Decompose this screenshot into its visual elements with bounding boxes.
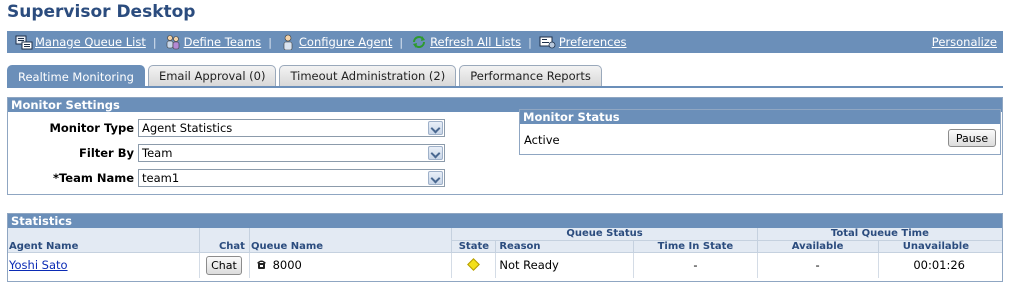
page-title: Supervisor Desktop [7, 2, 196, 22]
refresh-all-lists-link[interactable]: Refresh All Lists [410, 34, 521, 50]
reason-column-header: Reason [495, 239, 634, 252]
chat-column-header: Chat [198, 228, 250, 252]
refresh-all-lists-label: Refresh All Lists [430, 35, 522, 49]
filter-by-select[interactable]: Team [138, 144, 445, 162]
toolbar: Manage Queue List | Define Teams | Confi… [7, 31, 1003, 53]
team-name-value: team1 [142, 171, 180, 185]
ready-state-icon [467, 258, 481, 272]
queue-list-icon [15, 34, 33, 50]
preferences-icon [539, 34, 557, 50]
group-header-row: Agent Name Chat Queue Name Queue Status … [8, 228, 1002, 252]
team-name-label: *Team Name [52, 171, 134, 185]
nav-separator: | [528, 35, 532, 49]
available-column-header: Available [756, 239, 878, 252]
chevron-down-icon[interactable] [428, 146, 443, 160]
statistics-header: Statistics [8, 214, 1002, 228]
unavailable-column-header: Unavailable [877, 239, 1002, 252]
monitor-settings-panel: Monitor Settings Monitor Type Agent Stat… [7, 97, 1003, 195]
time-in-state-cell: - [633, 251, 758, 278]
monitor-type-value: Agent Statistics [142, 121, 233, 135]
time-in-state-column-header: Time In State [633, 239, 758, 252]
reason-cell: Not Ready [495, 251, 634, 278]
refresh-icon [410, 34, 428, 50]
manage-queue-list-label: Manage Queue List [35, 35, 146, 49]
nav-separator: | [268, 35, 272, 49]
define-teams-link[interactable]: Define Teams [164, 34, 262, 50]
preferences-label: Preferences [558, 35, 627, 49]
monitor-type-select[interactable]: Agent Statistics [138, 119, 445, 137]
personalize-link[interactable]: Personalize [932, 35, 997, 49]
pause-button[interactable]: Pause [948, 129, 996, 147]
phone-icon [256, 259, 269, 273]
define-teams-label: Define Teams [183, 35, 262, 49]
team-icon [164, 34, 182, 50]
monitor-type-row: Monitor Type Agent Statistics [8, 119, 445, 137]
preferences-link[interactable]: Preferences [539, 34, 627, 50]
chat-button[interactable]: Chat [205, 255, 242, 275]
available-cell: - [756, 251, 878, 278]
chevron-down-icon[interactable] [428, 121, 443, 135]
agent-icon [279, 34, 297, 51]
statistics-panel: Statistics Agent Name Chat Queue Name Qu… [7, 213, 1003, 282]
agent-name-cell: Yoshi Sato [8, 251, 200, 278]
queue-name-cell: 8000 [248, 251, 452, 278]
state-column-header: State [451, 239, 496, 252]
queue-status-group-header: Queue Status [451, 228, 758, 240]
table-row: Yoshi Sato Chat 8000 Not Ready - - 00:01… [8, 251, 1002, 278]
monitor-status-value: Active [524, 133, 560, 147]
agent-name-link[interactable]: Yoshi Sato [9, 258, 68, 272]
chevron-down-icon[interactable] [428, 171, 443, 185]
nav-separator: | [399, 35, 404, 49]
manage-queue-list-link[interactable]: Manage Queue List [15, 34, 146, 50]
state-cell [451, 251, 496, 278]
unavailable-cell: 00:01:26 [877, 251, 1002, 278]
monitor-status-header: Monitor Status [520, 110, 1000, 124]
tab-performance-reports[interactable]: Performance Reports [459, 65, 602, 86]
chat-cell: Chat [198, 251, 250, 278]
total-queue-time-group-header: Total Queue Time [756, 228, 1002, 240]
nav-separator: | [152, 35, 157, 49]
team-name-select[interactable]: team1 [138, 169, 445, 187]
tab-timeout-administration[interactable]: Timeout Administration (2) [279, 65, 457, 86]
configure-agent-link[interactable]: Configure Agent [279, 34, 393, 51]
tab-bar: Realtime Monitoring Email Approval (0) T… [7, 65, 605, 87]
configure-agent-label: Configure Agent [298, 35, 393, 49]
queue-name-value: 8000 [272, 258, 302, 272]
filter-by-label: Filter By [79, 146, 134, 160]
tab-realtime-monitoring[interactable]: Realtime Monitoring [7, 65, 145, 87]
agent-name-column-header: Agent Name [8, 228, 200, 252]
monitor-type-label: Monitor Type [49, 121, 134, 135]
filter-by-value: Team [142, 146, 173, 160]
monitor-status-panel: Monitor Status Active Pause [519, 109, 1001, 155]
queue-name-column-header: Queue Name [248, 228, 452, 252]
team-name-row: *Team Name team1 [8, 169, 445, 187]
statistics-table: Agent Name Chat Queue Name Queue Status … [8, 228, 1002, 278]
filter-by-row: Filter By Team [8, 144, 445, 162]
tab-divider [7, 86, 1003, 88]
tab-email-approval[interactable]: Email Approval (0) [147, 65, 277, 86]
